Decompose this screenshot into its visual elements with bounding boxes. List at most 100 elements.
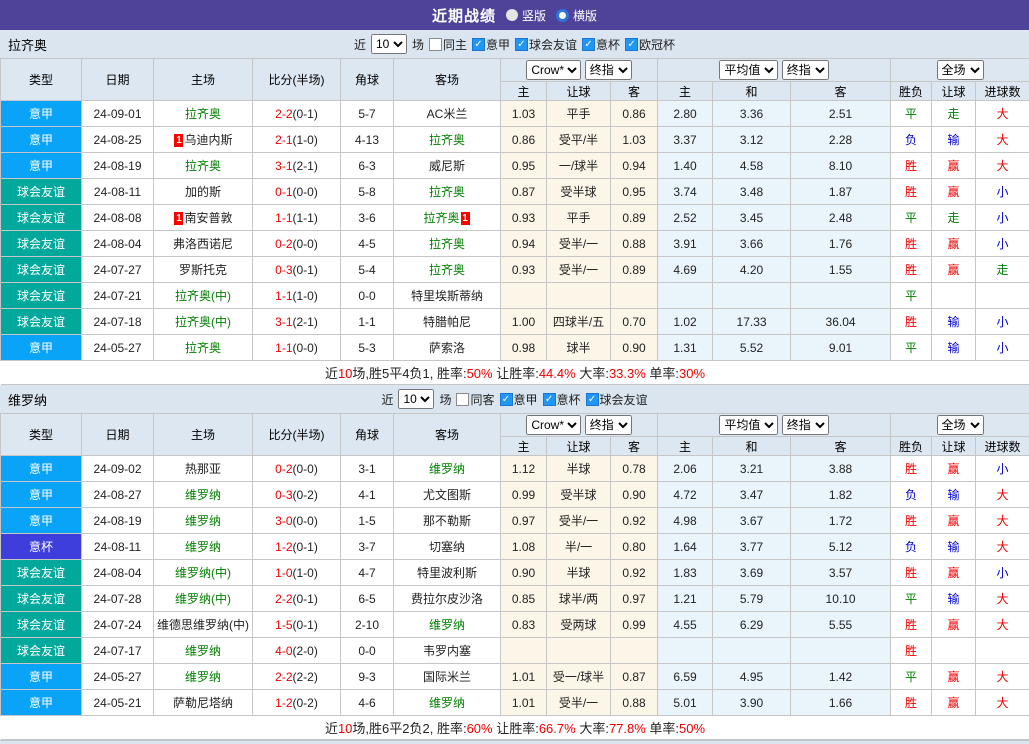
match-count-select[interactable]: 10 — [398, 389, 434, 409]
half-score: (0-0) — [293, 341, 318, 355]
full-score: 1-1 — [275, 289, 292, 303]
result-label: 小 — [997, 237, 1009, 251]
odds-home-cell: 0.98 — [501, 335, 547, 361]
half-score: (2-1) — [293, 315, 318, 329]
avg-time-select[interactable]: 终指 — [782, 60, 829, 80]
horizontal-layout-radio[interactable]: 横版 — [556, 7, 597, 24]
handicap-cell: 受一/球半 — [547, 664, 611, 690]
radio-unselected-icon[interactable] — [506, 9, 518, 21]
team-label: 那不勒斯 — [423, 514, 471, 528]
home-team-cell: 维罗纳 — [154, 534, 253, 560]
half-score: (0-0) — [293, 237, 318, 251]
result-label: 胜 — [905, 185, 917, 199]
odds-home-cell: 0.86 — [501, 127, 547, 153]
checkbox-unchecked-icon[interactable] — [456, 393, 469, 406]
match-count-select[interactable]: 10 — [371, 34, 407, 54]
col-away: 客场 — [394, 414, 501, 456]
full-score: 2-2 — [275, 670, 292, 684]
avg-group-header: 平均值 终指 — [658, 59, 891, 82]
league-filter[interactable]: ✓意甲 — [500, 391, 538, 408]
checkbox-checked-icon[interactable]: ✓ — [625, 38, 638, 51]
result-label: 胜 — [905, 696, 917, 710]
avg-home-cell: 6.59 — [658, 664, 713, 690]
league-filter[interactable]: ✓球会友谊 — [586, 391, 648, 408]
col-corner: 角球 — [341, 59, 394, 101]
checkbox-checked-icon[interactable]: ✓ — [500, 393, 513, 406]
team-label: 拉齐奥 — [185, 159, 221, 173]
result-cell: 胜 — [891, 638, 932, 664]
score-cell: 1-2(0-2) — [253, 690, 341, 716]
type-badge: 意甲 — [1, 664, 82, 690]
summary-text: 近 — [325, 721, 338, 736]
corner-cell: 4-6 — [341, 690, 394, 716]
league-filter[interactable]: ✓球会友谊 — [515, 36, 577, 53]
handicap-cell: 四球半/五 — [547, 309, 611, 335]
avg-time-select[interactable]: 终指 — [782, 415, 829, 435]
scope-select[interactable]: 全场 — [937, 415, 984, 435]
radio-selected-icon[interactable] — [556, 9, 569, 22]
team-label: 罗斯托克 — [179, 263, 227, 277]
col-goals-result: 进球数 — [976, 82, 1029, 101]
result-label: 输 — [948, 315, 960, 329]
score-cell: 1-1(1-0) — [253, 283, 341, 309]
vertical-layout-radio[interactable]: 竖版 — [506, 7, 546, 24]
handicap-cell: 受半球 — [547, 179, 611, 205]
checkbox-checked-icon[interactable]: ✓ — [582, 38, 595, 51]
score-cell: 0-3(0-2) — [253, 482, 341, 508]
checkbox-unchecked-icon[interactable] — [429, 38, 442, 51]
league-filter[interactable]: ✓欧冠杯 — [625, 36, 675, 53]
handicap-result-cell — [932, 283, 976, 309]
handicap-result-cell — [932, 638, 976, 664]
checkbox-checked-icon[interactable]: ✓ — [586, 393, 599, 406]
full-score: 1-1 — [275, 341, 292, 355]
corner-cell: 0-0 — [341, 638, 394, 664]
league-filter[interactable]: ✓意甲 — [472, 36, 510, 53]
corner-cell: 6-5 — [341, 586, 394, 612]
bookmaker-select[interactable]: Crow* — [526, 415, 581, 435]
col-odds-home: 主 — [501, 437, 547, 456]
avg-away-cell: 8.10 — [791, 153, 891, 179]
type-badge: 球会友谊 — [1, 257, 82, 283]
odds-home-cell: 0.99 — [501, 482, 547, 508]
odds-time-select[interactable]: 终指 — [585, 60, 632, 80]
checkbox-checked-icon[interactable]: ✓ — [543, 393, 556, 406]
half-score: (0-1) — [293, 263, 318, 277]
odds-home-cell: 0.93 — [501, 257, 547, 283]
away-team-cell: 国际米兰 — [394, 664, 501, 690]
same-venue-filter[interactable]: 同客 — [456, 391, 494, 408]
full-score: 2-2 — [275, 107, 292, 121]
home-team-cell: 拉齐奥 — [154, 153, 253, 179]
type-badge: 球会友谊 — [1, 309, 82, 335]
league-filter[interactable]: ✓意杯 — [582, 36, 620, 53]
checkbox-checked-icon[interactable]: ✓ — [472, 38, 485, 51]
handicap-cell: 受半/一 — [547, 231, 611, 257]
home-team-cell: 萨勒尼塔纳 — [154, 690, 253, 716]
odds-time-select[interactable]: 终指 — [585, 415, 632, 435]
date-cell: 24-05-21 — [82, 690, 154, 716]
goals-result-cell: 小 — [976, 205, 1029, 231]
team-label: 萨勒尼塔纳 — [173, 696, 233, 710]
col-handicap: 让球 — [547, 82, 611, 101]
match-row: 意甲24-05-21萨勒尼塔纳1-2(0-2)4-6维罗纳1.01受半/一0.8… — [1, 690, 1029, 716]
half-score: (2-1) — [293, 159, 318, 173]
result-label: 平 — [905, 107, 917, 121]
league-filter[interactable]: ✓意杯 — [543, 391, 581, 408]
team-label: 维罗纳 — [185, 540, 221, 554]
avg-select[interactable]: 平均值 — [719, 415, 778, 435]
bookmaker-select[interactable]: Crow* — [526, 60, 581, 80]
away-team-cell: 萨索洛 — [394, 335, 501, 361]
away-team-cell: 维罗纳 — [394, 690, 501, 716]
col-avg-away: 客 — [791, 82, 891, 101]
home-team-cell: 拉齐奥 — [154, 101, 253, 127]
handicap-result-cell: 输 — [932, 127, 976, 153]
corner-cell: 6-3 — [341, 153, 394, 179]
result-label: 赢 — [948, 462, 960, 476]
handicap-result-cell: 输 — [932, 335, 976, 361]
same-venue-filter[interactable]: 同主 — [429, 36, 467, 53]
scope-select[interactable]: 全场 — [937, 60, 984, 80]
avg-select[interactable]: 平均值 — [719, 60, 778, 80]
checkbox-checked-icon[interactable]: ✓ — [515, 38, 528, 51]
goals-result-cell: 小 — [976, 179, 1029, 205]
handicap-cell: 球半/两 — [547, 586, 611, 612]
summary-text: 让胜率: — [493, 366, 539, 381]
